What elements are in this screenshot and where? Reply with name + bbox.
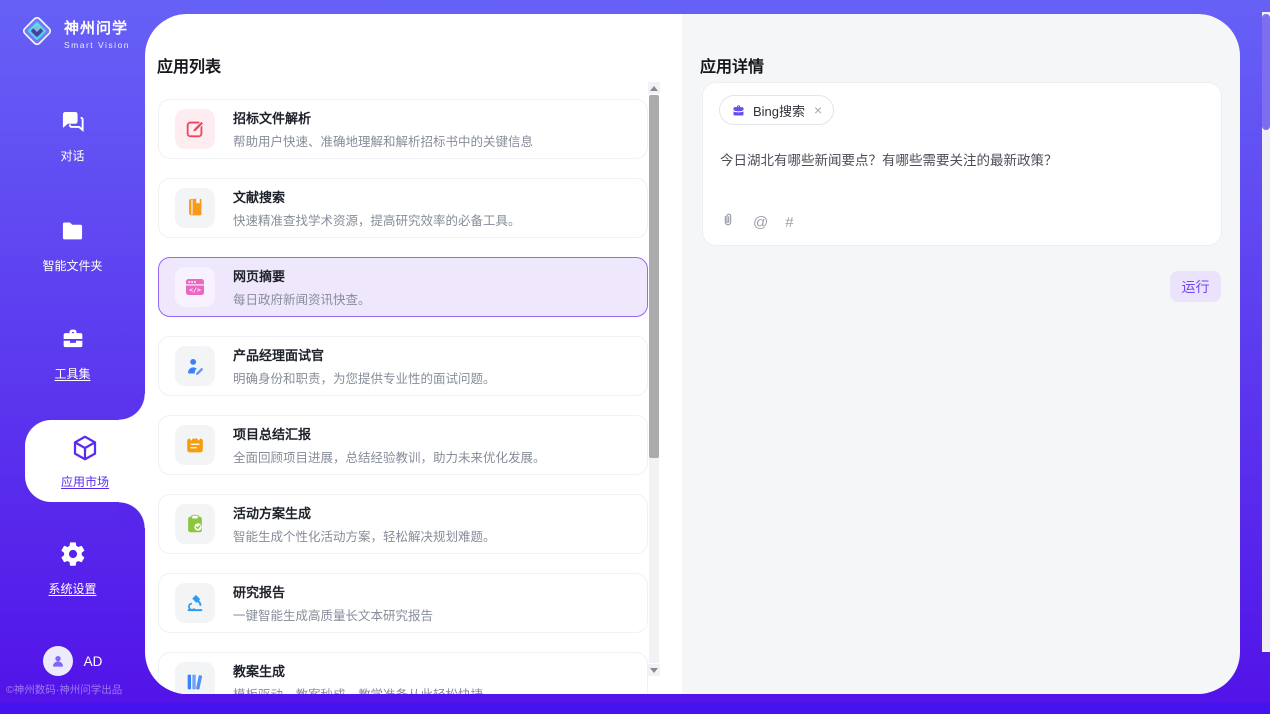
brand-name: 神州问学 bbox=[64, 17, 130, 38]
app-card-list: 招标文件解析 帮助用户快速、准确地理解和解析招标书中的关键信息 文献搜索 快速精… bbox=[158, 99, 648, 694]
app-card-description: 明确身份和职责，为您提供专业性的面试问题。 bbox=[233, 368, 496, 387]
tool-tag-label: Bing搜索 bbox=[753, 101, 805, 120]
interviewer-icon bbox=[175, 346, 215, 386]
chat-icon bbox=[59, 108, 86, 140]
app-card[interactable]: 活动方案生成 智能生成个性化活动方案，轻松解决规划难题。 bbox=[158, 494, 648, 554]
app-card[interactable]: 产品经理面试官 明确身份和职责，为您提供专业性的面试问题。 bbox=[158, 336, 648, 396]
copyright-footer: ©神州数码·神州问学出品 bbox=[6, 682, 122, 697]
book-icon bbox=[175, 188, 215, 228]
folder-icon bbox=[59, 218, 86, 250]
app-card-title: 研究报告 bbox=[233, 582, 433, 601]
edit-document-icon bbox=[175, 109, 215, 149]
app-detail-title: 应用详情 bbox=[700, 53, 764, 77]
app-card-title: 招标文件解析 bbox=[233, 108, 533, 127]
sidebar-item-tools[interactable]: 工具集 bbox=[0, 325, 145, 382]
app-card[interactable]: 文献搜索 快速精准查找学术资源，提高研究效率的必备工具。 bbox=[158, 178, 648, 238]
app-card[interactable]: 研究报告 一键智能生成高质量长文本研究报告 bbox=[158, 573, 648, 633]
sidebar-item-settings[interactable]: 系统设置 bbox=[0, 540, 145, 597]
gear-icon bbox=[59, 540, 87, 573]
app-card-description: 每日政府新闻资讯快查。 bbox=[233, 289, 371, 308]
app-card[interactable]: </> 网页摘要 每日政府新闻资讯快查。 bbox=[158, 257, 648, 317]
sidebar-item-label: 智能文件夹 bbox=[42, 257, 102, 274]
sidebar-item-market[interactable]: 应用市场 bbox=[25, 420, 145, 502]
active-tab-curve-top bbox=[119, 394, 145, 420]
diamond-logo-icon bbox=[18, 12, 56, 55]
triangle-down-icon bbox=[650, 668, 658, 673]
run-button[interactable]: 运行 bbox=[1170, 271, 1221, 302]
app-card-description: 快速精准查找学术资源，提高研究效率的必备工具。 bbox=[233, 210, 521, 229]
sidebar: 神州问学 Smart Vision 对话 智能文件夹 工具集 应用市场 系统设置 bbox=[0, 0, 145, 714]
app-list-panel: 应用列表 招标文件解析 帮助用户快速、准确地理解和解析招标书中的关键信息 文献搜… bbox=[145, 14, 682, 694]
topic-icon[interactable]: # bbox=[785, 215, 793, 230]
person-icon bbox=[50, 653, 66, 669]
active-tab-curve-bottom bbox=[119, 502, 145, 528]
brand-logo: 神州问学 Smart Vision bbox=[0, 12, 145, 55]
app-card-title: 文献搜索 bbox=[233, 187, 521, 206]
app-card-title: 产品经理面试官 bbox=[233, 345, 496, 364]
report-calendar-icon bbox=[175, 425, 215, 465]
mention-icon[interactable]: @ bbox=[753, 215, 768, 230]
user-row[interactable]: AD bbox=[0, 646, 145, 676]
app-card-title: 项目总结汇报 bbox=[233, 424, 546, 443]
sidebar-item-label: 工具集 bbox=[54, 365, 90, 382]
app-card-description: 智能生成个性化活动方案，轻松解决规划难题。 bbox=[233, 526, 496, 545]
query-text[interactable]: 今日湖北有哪些新闻要点？有哪些需要关注的最新政策？ bbox=[720, 151, 1200, 171]
user-initials: AD bbox=[84, 654, 103, 669]
app-card-description: 模板驱动，教案秒成，教学准备从此轻松快捷 bbox=[233, 684, 483, 694]
scrollbar-thumb[interactable] bbox=[649, 95, 659, 458]
composer-toolbar: @# bbox=[720, 211, 794, 233]
books-icon bbox=[175, 662, 215, 694]
app-card-description: 全面回顾项目进展，总结经验教训，助力未来优化发展。 bbox=[233, 447, 546, 466]
sidebar-item-chat[interactable]: 对话 bbox=[0, 108, 145, 164]
brand-subtitle: Smart Vision bbox=[64, 40, 130, 50]
main-content: 应用列表 招标文件解析 帮助用户快速、准确地理解和解析招标书中的关键信息 文献搜… bbox=[145, 14, 1240, 694]
app-card-description: 帮助用户快速、准确地理解和解析招标书中的关键信息 bbox=[233, 131, 533, 150]
app-card[interactable]: 项目总结汇报 全面回顾项目进展，总结经验教训，助力未来优化发展。 bbox=[158, 415, 648, 475]
research-icon bbox=[175, 583, 215, 623]
app-card[interactable]: 招标文件解析 帮助用户快速、准确地理解和解析招标书中的关键信息 bbox=[158, 99, 648, 159]
sidebar-item-label: 应用市场 bbox=[61, 473, 109, 490]
app-list-title: 应用列表 bbox=[157, 53, 221, 77]
web-summary-icon: </> bbox=[175, 267, 215, 307]
toolbox-icon bbox=[59, 325, 87, 358]
sidebar-item-label: 系统设置 bbox=[48, 580, 96, 597]
composer-card[interactable]: Bing搜索 × 今日湖北有哪些新闻要点？有哪些需要关注的最新政策？ @# bbox=[702, 82, 1222, 246]
app-card-title: 活动方案生成 bbox=[233, 503, 496, 522]
app-card-title: 教案生成 bbox=[233, 661, 483, 680]
tool-tag-bing-search[interactable]: Bing搜索 × bbox=[719, 95, 834, 125]
app-card-description: 一键智能生成高质量长文本研究报告 bbox=[233, 605, 433, 624]
sidebar-item-folders[interactable]: 智能文件夹 bbox=[0, 218, 145, 274]
app-card-title: 网页摘要 bbox=[233, 266, 371, 285]
cube-icon bbox=[70, 433, 100, 468]
svg-text:</>: </> bbox=[189, 286, 201, 294]
app-card[interactable]: 教案生成 模板驱动，教案秒成，教学准备从此轻松快捷 bbox=[158, 652, 648, 694]
tag-close-icon[interactable]: × bbox=[814, 103, 822, 117]
triangle-up-icon bbox=[650, 86, 658, 91]
attachment-icon[interactable] bbox=[720, 211, 736, 233]
app-detail-panel: 应用详情 Bing搜索 × 今日湖北有哪些新闻要点？有哪些需要关注的最新政策？ … bbox=[682, 14, 1240, 694]
bottom-accent-bar bbox=[0, 703, 1270, 714]
scroll-up-button[interactable] bbox=[648, 82, 660, 94]
scroll-down-button[interactable] bbox=[648, 664, 660, 676]
clipboard-check-icon bbox=[175, 504, 215, 544]
briefcase-icon bbox=[731, 103, 746, 118]
avatar[interactable] bbox=[43, 646, 73, 676]
page-scrollbar-thumb[interactable] bbox=[1262, 14, 1270, 130]
list-scrollbar bbox=[648, 82, 660, 676]
sidebar-item-label: 对话 bbox=[60, 147, 84, 164]
